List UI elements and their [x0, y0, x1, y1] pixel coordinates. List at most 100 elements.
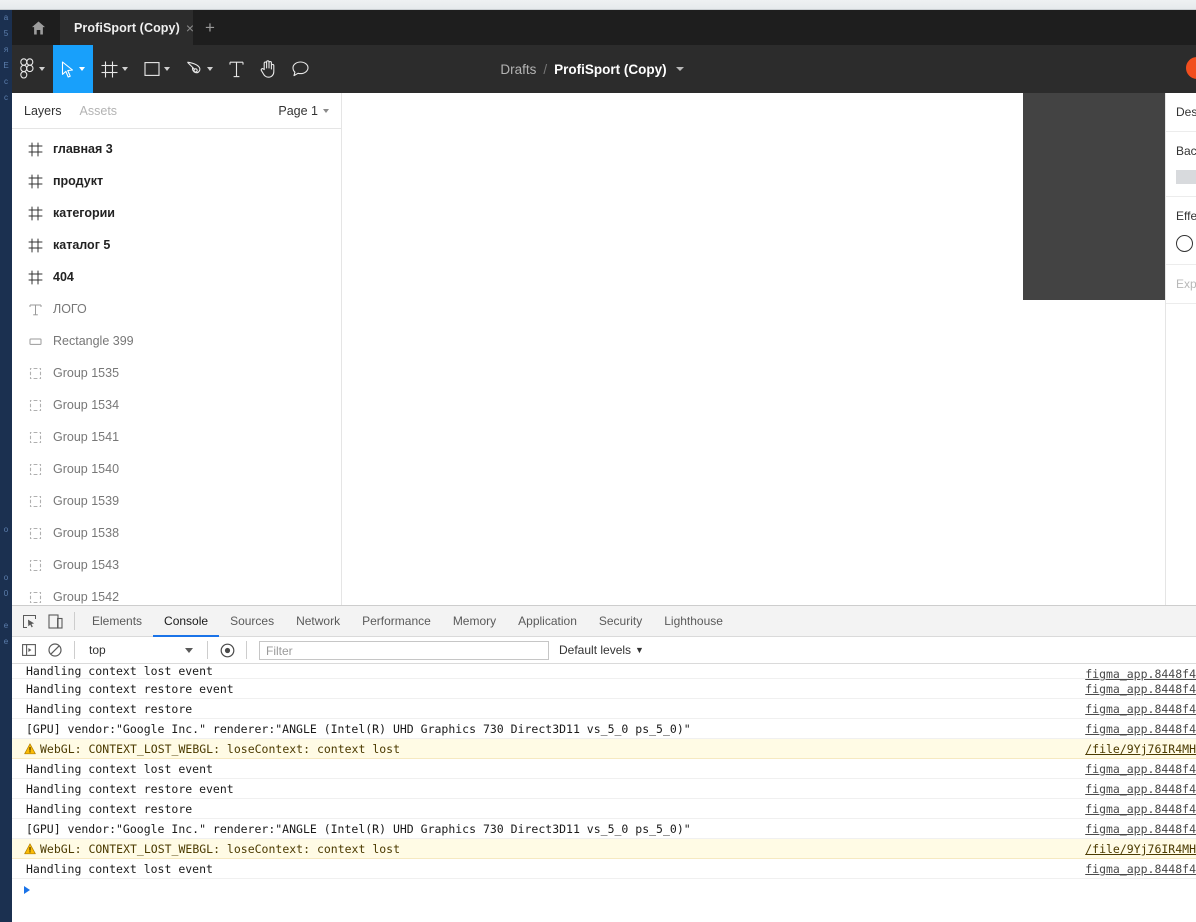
group-layer-icon: [29, 431, 42, 443]
toolbar-divider: [74, 612, 75, 630]
layer-row[interactable]: Group 1538: [12, 517, 341, 549]
devtools-tab-application[interactable]: Application: [507, 606, 588, 637]
layer-row[interactable]: каталог 5: [12, 229, 341, 261]
devtools-tabs: Elements Console Sources Network Performance…: [81, 606, 734, 637]
close-icon[interactable]: ×: [186, 21, 194, 35]
devtools-tab-network[interactable]: Network: [285, 606, 351, 637]
figma-toolbar: [12, 45, 1196, 93]
effects-section: Effects: [1166, 197, 1196, 265]
layer-row[interactable]: продукт: [12, 165, 341, 197]
layer-row[interactable]: Rectangle 399: [12, 325, 341, 357]
layer-row[interactable]: Group 1539: [12, 485, 341, 517]
group-layer-icon: [29, 591, 42, 603]
figma-logo-icon: [20, 58, 34, 79]
group-layer-icon: [29, 559, 42, 571]
devtools-tab-console[interactable]: Console: [153, 606, 219, 637]
layer-name: Group 1539: [53, 494, 120, 508]
console-levels-select[interactable]: Default levels ▼: [559, 643, 644, 657]
layer-row[interactable]: категории: [12, 197, 341, 229]
clear-console-button[interactable]: [42, 638, 68, 662]
console-source-link[interactable]: figma_app.8448f4: [1085, 682, 1196, 696]
layer-row[interactable]: Group 1543: [12, 549, 341, 581]
console-context-select[interactable]: top: [81, 640, 201, 660]
frame-icon: [28, 174, 43, 188]
layer-row[interactable]: Group 1541: [12, 421, 341, 453]
console-message-text: Handling context lost event: [26, 861, 213, 876]
console-message-text: WebGL: CONTEXT_LOST_WEBGL: loseContext: …: [40, 841, 401, 856]
layer-row[interactable]: Group 1535: [12, 357, 341, 389]
figma-canvas[interactable]: [342, 93, 1196, 605]
effect-ellipse-icon[interactable]: [1176, 235, 1193, 252]
home-button[interactable]: [16, 10, 60, 45]
console-message-row[interactable]: [GPU] vendor:"Google Inc." renderer:"ANG…: [12, 819, 1196, 839]
console-message-row[interactable]: WebGL: CONTEXT_LOST_WEBGL: loseContext: …: [12, 839, 1196, 859]
warning-icon: [24, 743, 36, 755]
console-source-link[interactable]: figma_app.8448f4: [1085, 782, 1196, 796]
text-layer-icon: [29, 304, 42, 315]
browser-tab-title: ProfiSport (Copy): [74, 20, 180, 35]
console-input-prompt[interactable]: [12, 879, 1196, 901]
console-source-link[interactable]: figma_app.8448f4: [1085, 722, 1196, 736]
console-message-row[interactable]: Handling context lost event figma_app.844…: [12, 759, 1196, 779]
console-message-row[interactable]: [GPU] vendor:"Google Inc." renderer:"ANG…: [12, 719, 1196, 739]
console-message-row[interactable]: Handling context restore figma_app.8448f4: [12, 799, 1196, 819]
pen-tool-button[interactable]: [178, 45, 221, 93]
device-toolbar-button[interactable]: [42, 608, 68, 634]
console-message-row[interactable]: Handling context lost event figma_app.844…: [12, 859, 1196, 879]
console-source-link[interactable]: figma_app.8448f4: [1085, 762, 1196, 776]
inspect-icon: [22, 614, 36, 628]
filterbar-divider-2: [207, 641, 208, 659]
console-message-row[interactable]: WebGL: CONTEXT_LOST_WEBGL: loseContext: …: [12, 739, 1196, 759]
devtools-tab-elements[interactable]: Elements: [81, 606, 153, 637]
text-tool-button[interactable]: [221, 45, 252, 93]
layer-row[interactable]: Group 1534: [12, 389, 341, 421]
console-source-link[interactable]: figma_app.8448f4: [1085, 862, 1196, 876]
console-source-link[interactable]: figma_app.8448f4: [1085, 702, 1196, 716]
live-expression-button[interactable]: [214, 638, 240, 662]
console-filter-input[interactable]: Filter: [259, 640, 549, 660]
group-layer-icon: [29, 399, 42, 411]
tab-assets[interactable]: Assets: [80, 104, 118, 118]
console-source-link[interactable]: /file/9Yj76IR4MH: [1085, 842, 1196, 856]
tab-layers[interactable]: Layers: [24, 104, 62, 118]
console-message-list[interactable]: Handling context lost event figma_app.844…: [12, 664, 1196, 913]
browser-tab-active[interactable]: ProfiSport (Copy) ×: [60, 10, 194, 45]
devtools-tab-lighthouse[interactable]: Lighthouse: [653, 606, 734, 637]
browser-tab-bar: ProfiSport (Copy) × +: [12, 10, 1196, 45]
layer-row[interactable]: 404: [12, 261, 341, 293]
layer-row[interactable]: ЛОГО: [12, 293, 341, 325]
devtools-tab-memory[interactable]: Memory: [442, 606, 507, 637]
console-message-row[interactable]: Handling context lost event figma_app.844…: [12, 664, 1196, 681]
devtools-tab-security[interactable]: Security: [588, 606, 653, 637]
background-window-text: a5яEccoo0ee: [3, 13, 9, 646]
layer-row[interactable]: главная 3: [12, 133, 341, 165]
console-source-link[interactable]: /file/9Yj76IR4MH: [1085, 742, 1196, 756]
console-message-text: Handling context restore event: [26, 781, 234, 796]
inspect-element-button[interactable]: [16, 608, 42, 634]
hand-tool-button[interactable]: [252, 45, 284, 93]
comment-tool-button[interactable]: [284, 45, 317, 93]
devtools-panel: Elements Console Sources Network Performance…: [12, 605, 1196, 913]
console-source-link[interactable]: figma_app.8448f4: [1085, 802, 1196, 816]
move-tool-button[interactable]: [53, 45, 93, 93]
background-color-swatch[interactable]: [1176, 170, 1196, 184]
console-message-row[interactable]: Handling context restore figma_app.8448f4: [12, 699, 1196, 719]
page-selector[interactable]: Page 1: [278, 104, 329, 118]
console-message-row[interactable]: Handling context restore event figma_app.…: [12, 779, 1196, 799]
export-section-label: Export: [1176, 277, 1196, 291]
console-message-text: Handling context restore event: [26, 681, 234, 696]
devtools-tab-performance[interactable]: Performance: [351, 606, 442, 637]
console-sidebar-button[interactable]: [16, 638, 42, 662]
console-message-row[interactable]: Handling context restore event figma_app.…: [12, 679, 1196, 699]
console-source-link[interactable]: figma_app.8448f4: [1085, 822, 1196, 836]
layers-panel-header: Layers Assets Page 1: [12, 93, 341, 129]
figma-logo-button[interactable]: [12, 45, 53, 93]
devtools-tab-sources[interactable]: Sources: [219, 606, 285, 637]
group-layer-icon: [29, 527, 42, 539]
frame-tool-button[interactable]: [93, 45, 136, 93]
new-tab-button[interactable]: +: [195, 10, 225, 45]
layer-name: Group 1540: [53, 462, 120, 476]
layer-row[interactable]: Group 1540: [12, 453, 341, 485]
shape-tool-button[interactable]: [136, 45, 178, 93]
prompt-caret-icon: [24, 886, 30, 894]
